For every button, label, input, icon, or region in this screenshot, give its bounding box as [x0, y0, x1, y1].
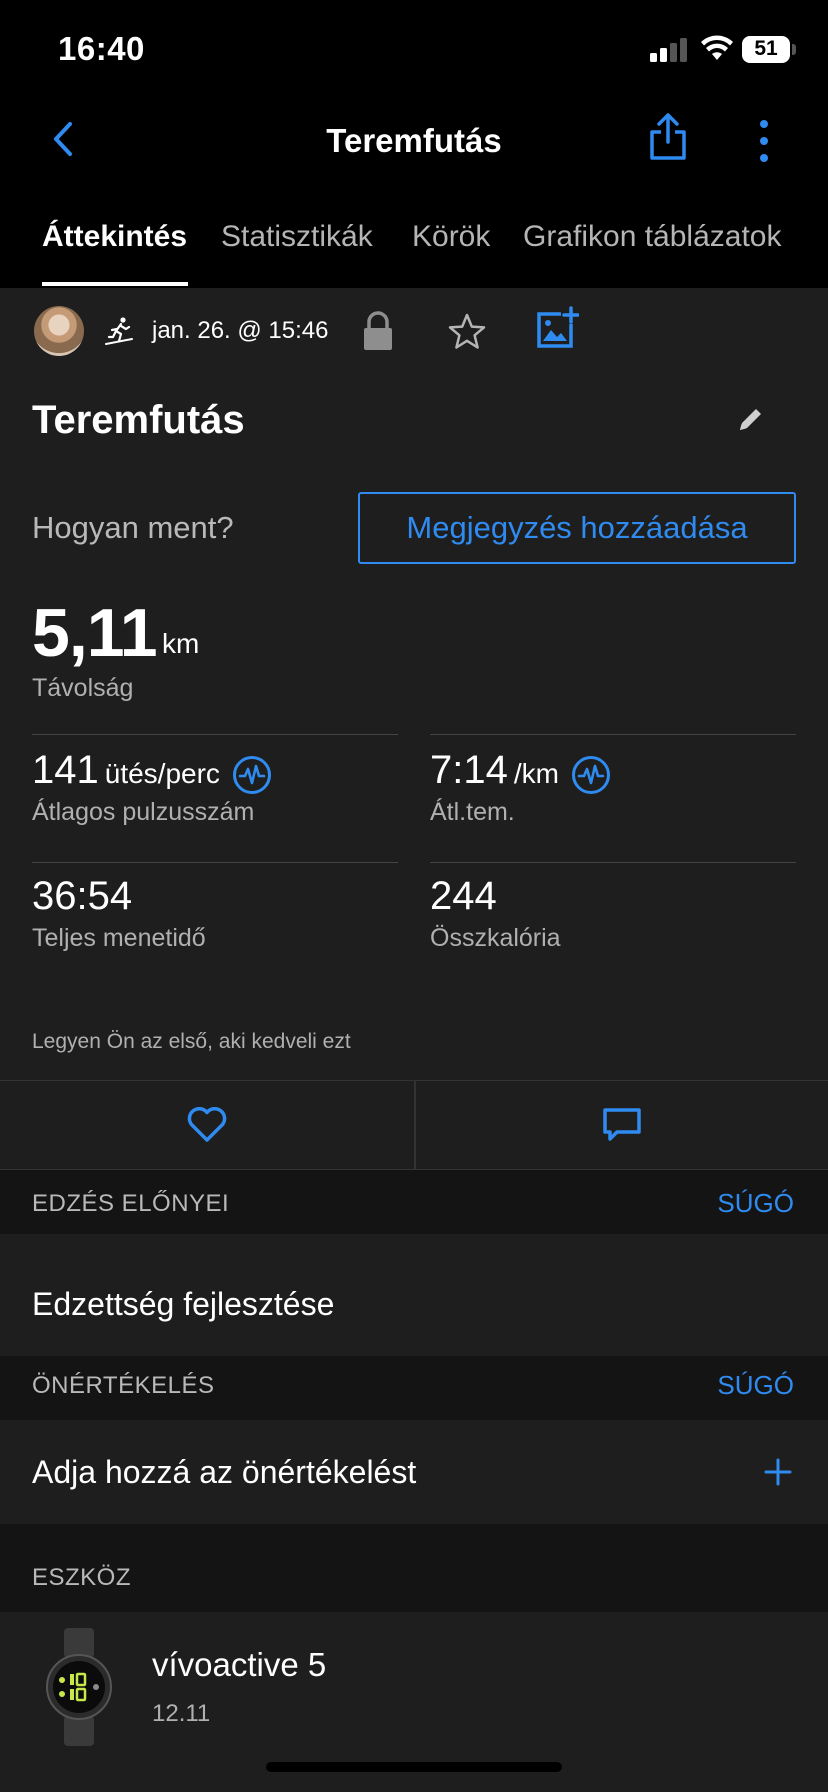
benefits-section-header: EDZÉS ELŐNYEI SÚGÓ — [0, 1170, 828, 1234]
heart-rate-stat: 141 ütés/perc Átlagos pulzusszám — [32, 748, 272, 826]
plus-icon[interactable] — [764, 1458, 792, 1486]
activity-date: jan. 26. @ 15:46 — [152, 317, 329, 344]
distance-value: 5,11 — [32, 595, 158, 671]
star-icon[interactable] — [447, 312, 487, 352]
divider — [32, 862, 398, 863]
lock-icon[interactable] — [360, 310, 396, 352]
benefits-row[interactable]: Edzettség fejlesztése — [0, 1252, 828, 1356]
status-time: 16:40 — [58, 30, 145, 67]
divider — [430, 862, 796, 863]
heart-icon — [187, 1107, 226, 1142]
pace-unit: /km — [513, 758, 559, 789]
self-eval-help-link[interactable]: SÚGÓ — [717, 1370, 794, 1401]
benefits-section-title: EDZÉS ELŐNYEI — [32, 1190, 230, 1217]
like-prompt: Legyen Ön az első, aki kedveli ezt — [32, 1030, 351, 1053]
activity-meta-row: jan. 26. @ 15:46 — [0, 306, 828, 366]
active-tab-indicator — [42, 282, 188, 286]
heart-rate-label: Átlagos pulzusszám — [32, 798, 255, 826]
battery-cap — [792, 44, 796, 55]
wifi-icon — [701, 35, 733, 60]
tab-laps[interactable]: Körök — [412, 220, 490, 254]
calories-value: 244 — [430, 874, 497, 918]
calories-label: Összkalória — [430, 924, 561, 952]
device-section-header: ESZKÖZ — [0, 1524, 828, 1612]
like-button[interactable] — [0, 1081, 413, 1169]
calories-stat: 244 Összkalória — [430, 874, 561, 952]
device-row[interactable]: vívoactive 5 12.11 — [0, 1612, 828, 1776]
add-note-button[interactable]: Megjegyzés hozzáadása — [358, 492, 796, 564]
home-indicator — [266, 1762, 562, 1772]
self-eval-section-title: ÖNÉRTÉKELÉS — [32, 1372, 215, 1399]
divider — [430, 734, 796, 735]
device-version: 12.11 — [152, 1700, 211, 1727]
more-options-icon[interactable] — [752, 120, 776, 162]
battery-icon: 51 — [742, 36, 790, 63]
device-name: vívoactive 5 — [152, 1646, 327, 1683]
page-title: Teremfutás — [326, 122, 502, 159]
heart-rate-unit: ütés/perc — [104, 758, 220, 789]
distance-unit: km — [162, 628, 200, 659]
distance-label: Távolság — [32, 674, 134, 702]
treadmill-running-icon — [105, 317, 133, 345]
how-did-it-go-label: Hogyan ment? — [32, 510, 234, 545]
comment-icon — [602, 1108, 641, 1141]
add-self-eval-row[interactable]: Adja hozzá az önértékelést — [0, 1420, 828, 1524]
divider — [32, 734, 398, 735]
pace-label: Átl.tem. — [430, 798, 515, 826]
add-photo-icon[interactable] — [535, 306, 579, 350]
benefits-help-link[interactable]: SÚGÓ — [717, 1188, 794, 1219]
edit-pencil-icon[interactable] — [736, 404, 766, 434]
device-section-title: ESZKÖZ — [32, 1564, 132, 1591]
heart-rate-value: 141 — [32, 748, 99, 792]
comment-button[interactable] — [414, 1081, 827, 1169]
status-bar: 16:40 51 — [0, 0, 828, 96]
pace-value: 7:14 — [430, 748, 508, 792]
tab-graphs[interactable]: Grafikon táblázatok — [523, 220, 781, 254]
cellular-signal-icon — [650, 36, 690, 62]
total-time-stat: 36:54 Teljes menetidő — [32, 874, 206, 952]
social-action-row — [0, 1080, 828, 1170]
pace-stat: 7:14/km Átl.tem. — [430, 748, 611, 826]
avatar[interactable] — [34, 306, 84, 356]
battery-level: 51 — [754, 37, 778, 60]
self-eval-section-header: ÖNÉRTÉKELÉS SÚGÓ — [0, 1356, 828, 1420]
total-time-value: 36:54 — [32, 874, 133, 918]
add-self-eval-label: Adja hozzá az önértékelést — [32, 1454, 417, 1490]
share-icon[interactable] — [646, 110, 690, 164]
tab-bar: Áttekintés Statisztikák Körök Grafikon t… — [0, 184, 828, 288]
tab-statistics[interactable]: Statisztikák — [221, 220, 373, 254]
tab-overview[interactable]: Áttekintés — [42, 220, 187, 254]
benefits-value: Edzettség fejlesztése — [32, 1286, 335, 1322]
heart-rate-chart-icon[interactable] — [232, 755, 272, 795]
nav-bar: Teremfutás — [0, 96, 828, 184]
activity-title: Teremfutás — [32, 398, 245, 442]
pace-chart-icon[interactable] — [571, 755, 611, 795]
watch-icon — [46, 1628, 112, 1746]
total-time-label: Teljes menetidő — [32, 924, 206, 952]
overview-content: jan. 26. @ 15:46 Teremfutás Hogyan ment?… — [0, 288, 828, 1792]
